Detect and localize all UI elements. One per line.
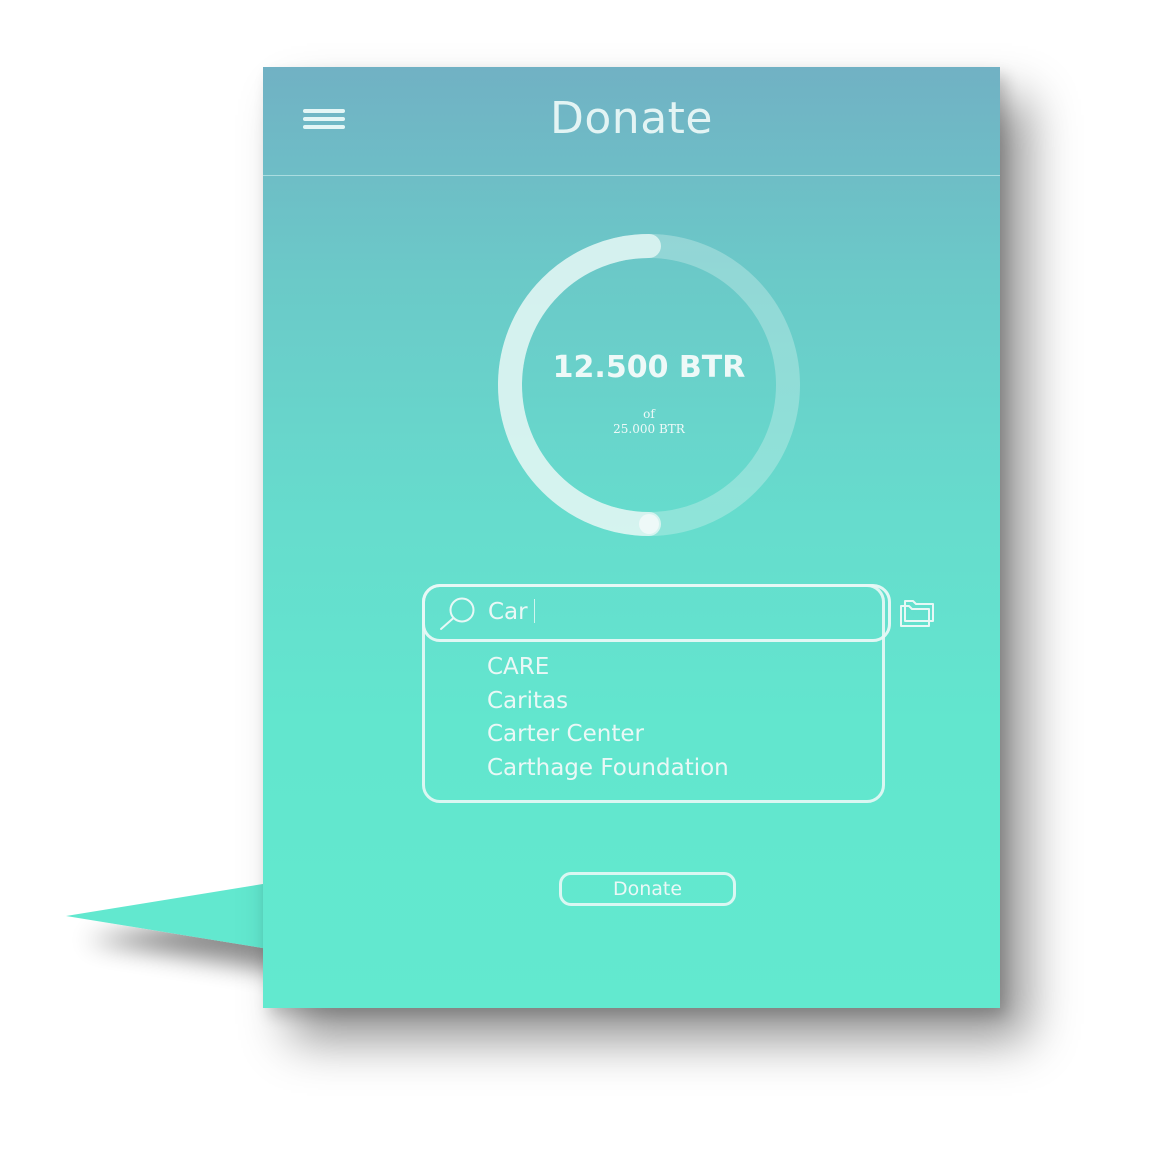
donate-card: Donate 12.500 BTR of 25.000 BTR Car CARE…	[263, 67, 1000, 1008]
search-input[interactable]: Car	[422, 584, 891, 642]
donate-button[interactable]: Donate	[559, 872, 736, 906]
stage: Donate 12.500 BTR of 25.000 BTR Car CARE…	[0, 0, 1158, 1167]
suggestion-item[interactable]: Carter Center	[487, 718, 729, 752]
progress-knob	[639, 514, 659, 534]
header-bar: Donate	[263, 67, 1000, 176]
progress-fill	[498, 234, 661, 536]
donation-progress-ring	[498, 234, 800, 536]
folder-icon[interactable]	[899, 595, 939, 627]
goal-label: of 25.000 BTR	[496, 407, 802, 437]
suggestion-list: CARE Caritas Carter Center Carthage Foun…	[487, 651, 729, 785]
text-caret	[533, 599, 535, 623]
search-query-text: Car	[488, 599, 528, 625]
goal-amount: 25.000 BTR	[613, 422, 685, 436]
of-label: of	[643, 407, 655, 421]
suggestion-item[interactable]: CARE	[487, 651, 729, 685]
raised-amount: 12.500 BTR	[552, 350, 746, 385]
suggestion-item[interactable]: Caritas	[487, 685, 729, 719]
search-query: Car	[488, 599, 535, 625]
search-icon	[440, 597, 475, 630]
search-dropdown: Car CARE Caritas Carter Center Carthage …	[422, 584, 891, 803]
page-title: Donate	[550, 93, 713, 144]
suggestion-item[interactable]: Carthage Foundation	[487, 752, 729, 786]
